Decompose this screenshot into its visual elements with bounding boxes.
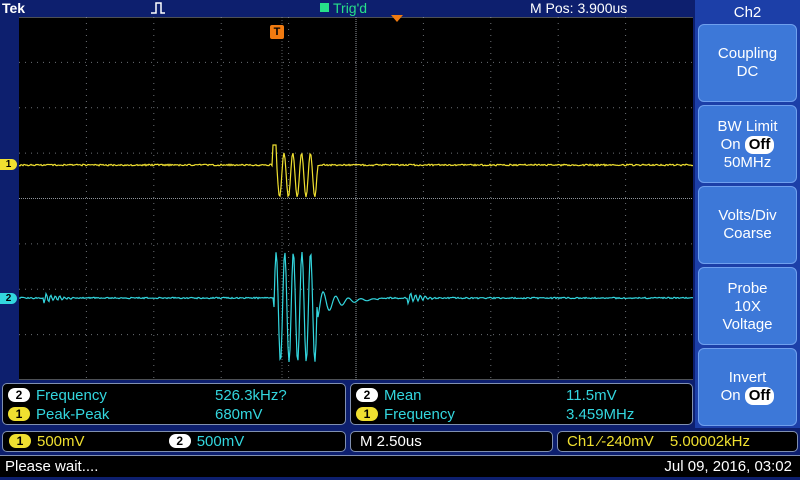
waveform-svg <box>19 17 693 380</box>
measurement-name: Peak-Peak <box>36 406 109 423</box>
expansion-point-icon <box>391 15 403 23</box>
bw-limit-on: On <box>721 136 741 153</box>
horizontal-position: M Pos: 3.900us <box>530 0 627 16</box>
ch1-ground-marker[interactable]: 1 <box>0 159 17 170</box>
top-status-bar: Tek Trig'd M Pos: 3.900us <box>0 0 693 17</box>
invert-label: Invert <box>699 369 796 387</box>
trigger-frequency: 5.00002kHz <box>670 433 750 450</box>
bw-limit-button[interactable]: BW Limit On Off 50MHz <box>698 105 797 183</box>
trigger-status-text: Trig'd <box>333 0 367 16</box>
graticule-grid <box>19 17 693 380</box>
trigger-source: Ch1 <box>567 433 595 450</box>
coupling-label: Coupling <box>699 45 796 63</box>
measurement-value: 526.3kHz? <box>215 386 287 405</box>
volts-div-button[interactable]: Volts/Div Coarse <box>698 186 797 264</box>
invert-off: Off <box>745 387 775 405</box>
bw-limit-value: 50MHz <box>699 154 796 172</box>
measurement-row: 2 Mean 11.5mV <box>356 386 422 405</box>
ch2-badge: 2 <box>169 434 191 448</box>
measurement-value: 3.459MHz <box>566 405 634 424</box>
bw-limit-label: BW Limit <box>699 118 796 136</box>
side-menu-title: Ch2 <box>695 4 800 21</box>
ch1-badge: 1 <box>9 434 31 448</box>
measurement-box-left: 2 Frequency 526.3kHz? 1 Peak-Peak 680mV <box>2 383 346 425</box>
invert-on: On <box>721 387 741 404</box>
channel-badge: 2 <box>8 388 30 402</box>
measurement-name: Frequency <box>384 406 455 423</box>
trigger-status-icon <box>320 3 329 12</box>
channel-scale-readout: 1 500mV 2 500mV <box>2 431 346 452</box>
measurement-row: 1 Peak-Peak 680mV <box>8 405 109 424</box>
trigger-status: Trig'd <box>320 0 367 16</box>
measurement-name: Frequency <box>36 387 107 404</box>
measurement-row: 1 Frequency 3.459MHz <box>356 405 455 424</box>
ch1-scale: 500mV <box>37 433 85 450</box>
message-line: Please wait.... Jul 09, 2016, 03:02 <box>0 455 800 477</box>
channel-badge: 2 <box>356 388 378 402</box>
bw-limit-off: Off <box>745 136 775 154</box>
trigger-level: -240mV <box>601 433 654 450</box>
measurement-value: 680mV <box>215 405 263 424</box>
ch2-ground-marker[interactable]: 2 <box>0 293 17 304</box>
channel-badge: 1 <box>8 407 30 421</box>
invert-button[interactable]: Invert On Off <box>698 348 797 426</box>
date-time: Jul 09, 2016, 03:02 <box>664 456 792 477</box>
side-menu: Ch2 Coupling DC BW Limit On Off 50MHz Vo… <box>695 0 800 428</box>
measurement-row: 2 Frequency 526.3kHz? <box>8 386 107 405</box>
volts-div-value: Coarse <box>699 225 796 243</box>
measurement-name: Mean <box>384 387 422 404</box>
probe-type: Voltage <box>699 316 796 334</box>
probe-button[interactable]: Probe 10X Voltage <box>698 267 797 345</box>
channel-badge: 1 <box>356 407 378 421</box>
measurement-box-right: 2 Mean 11.5mV 1 Frequency 3.459MHz <box>350 383 693 425</box>
coupling-value: DC <box>699 63 796 81</box>
volts-div-label: Volts/Div <box>699 207 796 225</box>
brand-label: Tek <box>2 0 25 16</box>
measurement-value: 11.5mV <box>566 386 617 405</box>
ch2-scale: 500mV <box>197 433 245 450</box>
probe-attenuation: 10X <box>699 298 796 316</box>
timebase-readout: M 2.50us <box>350 431 553 452</box>
status-message: Please wait.... <box>5 456 98 477</box>
probe-label: Probe <box>699 280 796 298</box>
coupling-button[interactable]: Coupling DC <box>698 24 797 102</box>
waveform-display[interactable] <box>19 17 693 380</box>
trigger-position-marker: T <box>270 25 284 39</box>
trigger-readout: Ch1 ⁄-240mV 5.00002kHz <box>557 431 798 452</box>
